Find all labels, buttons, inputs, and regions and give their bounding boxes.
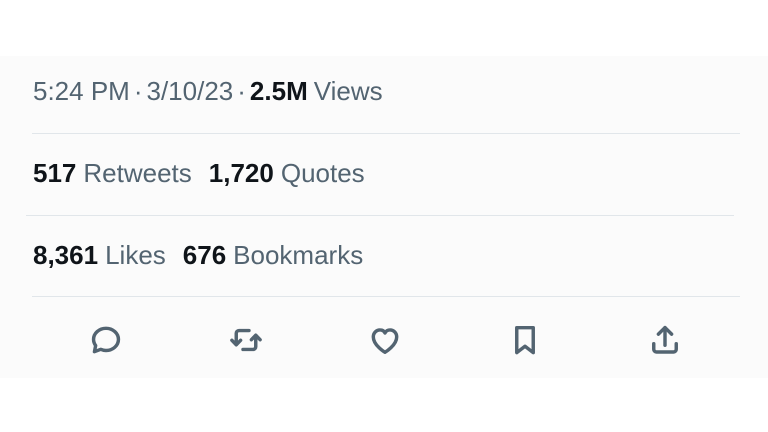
retweets-label: Retweets bbox=[83, 158, 192, 188]
retweets-stat[interactable]: 517 Retweets bbox=[33, 158, 209, 188]
like-icon bbox=[371, 328, 399, 355]
tweet-detail-screen: 5:24 PM · 3/10/23 · 2.5M Views 517 Retwee… bbox=[0, 0, 768, 432]
reply-icon bbox=[91, 326, 121, 354]
tweet-meta: 5:24 PM · 3/10/23 · 2.5M Views bbox=[33, 76, 383, 106]
retweets-count: 517 bbox=[33, 158, 77, 188]
divider bbox=[32, 133, 740, 134]
views-label: Views bbox=[313, 76, 383, 106]
likes-stat[interactable]: 8,361 Likes bbox=[33, 240, 183, 270]
reply-button[interactable] bbox=[84, 318, 128, 362]
stats-row-likes: 8,361 Likes 676 Bookmarks bbox=[33, 240, 380, 270]
retweet-button[interactable] bbox=[224, 318, 268, 362]
retweet-icon bbox=[230, 328, 262, 352]
share-icon bbox=[652, 325, 678, 354]
bookmarks-label: Bookmarks bbox=[233, 240, 364, 270]
bookmark-button[interactable] bbox=[503, 318, 547, 362]
tweet-date[interactable]: 3/10/23 bbox=[147, 76, 234, 106]
views-count: 2.5M bbox=[249, 76, 308, 106]
like-button[interactable] bbox=[363, 318, 407, 362]
divider bbox=[26, 215, 734, 216]
divider bbox=[32, 296, 740, 297]
quotes-stat[interactable]: 1,720 Quotes bbox=[209, 158, 382, 188]
share-button[interactable] bbox=[643, 318, 687, 362]
tweet-stats-panel: 5:24 PM · 3/10/23 · 2.5M Views 517 Retwee… bbox=[0, 56, 768, 378]
quotes-count: 1,720 bbox=[208, 158, 274, 188]
stats-row-reposts: 517 Retweets 1,720 Quotes bbox=[33, 158, 382, 188]
bookmarks-stat[interactable]: 676 Bookmarks bbox=[183, 240, 380, 270]
likes-label: Likes bbox=[105, 240, 166, 270]
meta-separator: · bbox=[133, 76, 143, 106]
bookmarks-count: 676 bbox=[182, 240, 227, 270]
bookmark-icon bbox=[515, 325, 535, 355]
tweet-time[interactable]: 5:24 PM bbox=[33, 76, 130, 106]
likes-count: 8,361 bbox=[33, 240, 99, 270]
quotes-label: Quotes bbox=[280, 158, 365, 188]
meta-separator: · bbox=[237, 76, 246, 106]
